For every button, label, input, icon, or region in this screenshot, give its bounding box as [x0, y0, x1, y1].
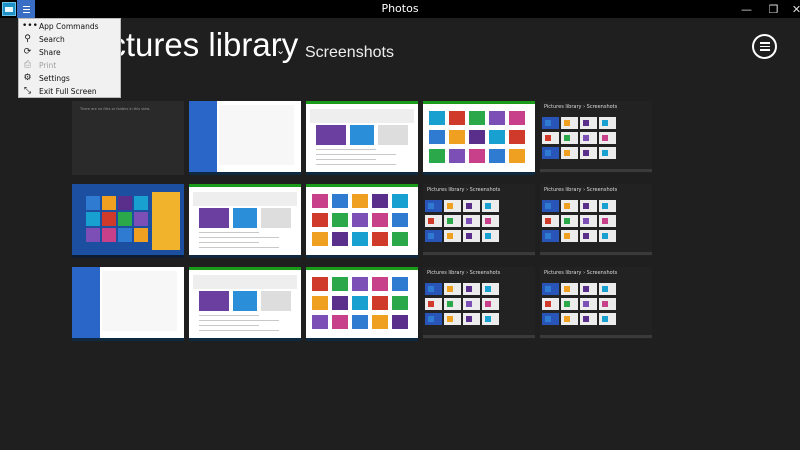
more-icon: ••• [22, 21, 38, 31]
title-bar: Photos — ❐ ✕ [0, 0, 800, 18]
menu-item-label: Search [39, 35, 65, 44]
screenshot-thumbnail[interactable] [306, 101, 418, 175]
thumbnail-caption: Pictures library › Screenshots [544, 187, 618, 193]
empty-view-text: There are no files or folders in this vi… [80, 107, 151, 111]
thumbnail-caption: Pictures library › Screenshots [544, 104, 618, 110]
screenshot-thumbnail[interactable] [306, 184, 418, 258]
window-title: Photos [381, 2, 419, 15]
menu-item-exit-fullscreen[interactable]: ⤡ Exit Full Screen [19, 85, 120, 98]
screenshot-thumbnail[interactable] [306, 267, 418, 341]
chevron-down-icon[interactable]: ⌄ [276, 44, 285, 57]
screenshot-thumbnail[interactable] [189, 267, 301, 341]
menu-item-search[interactable]: ⚲ Search [19, 33, 120, 46]
menu-item-label: App Commands [39, 22, 99, 31]
share-icon: ⟳ [23, 47, 32, 57]
gear-icon: ⚙ [23, 73, 32, 83]
minimize-button[interactable]: — [733, 0, 760, 18]
thumbnail-caption: Pictures library › Screenshots [427, 270, 501, 276]
screenshot-thumbnail[interactable]: Pictures library › Screenshots [540, 184, 652, 256]
menu-item-label: Settings [39, 74, 70, 83]
print-icon: ⎙ [23, 60, 32, 70]
screenshot-thumbnail[interactable]: Pictures library › Screenshots [540, 267, 652, 339]
screenshot-thumbnail[interactable]: Pictures library › Screenshots [423, 267, 535, 339]
screenshot-thumbnail[interactable]: Pictures library › Screenshots [540, 101, 652, 173]
menu-item-gear[interactable]: ⚙ Settings [19, 72, 120, 85]
screenshot-thumbnail[interactable] [72, 267, 184, 341]
breadcrumb-screenshots[interactable]: Screenshots [305, 44, 394, 62]
screenshot-thumbnail[interactable]: There are no files or folders in this vi… [72, 101, 184, 175]
menu-item-print: ⎙ Print [19, 59, 120, 72]
screenshot-thumbnail[interactable] [423, 101, 535, 175]
menu-item-label: Exit Full Screen [39, 87, 97, 96]
close-button[interactable]: ✕ [783, 0, 800, 18]
menu-item-label: Print [39, 61, 57, 70]
screenshot-thumbnail[interactable]: Pictures library › Screenshots [423, 184, 535, 256]
menu-item-share[interactable]: ⟳ Share [19, 46, 120, 59]
select-list-button[interactable] [752, 34, 777, 59]
screenshot-thumbnail[interactable] [72, 184, 184, 258]
exit-fullscreen-icon: ⤡ [23, 86, 32, 96]
thumbnail-caption: Pictures library › Screenshots [544, 270, 618, 276]
menu-item-label: Share [39, 48, 61, 57]
app-commands-menu: ••• App Commands ⚲ Search ⟳ Share ⎙ Print ⚙ Setti… [18, 18, 121, 98]
search-icon: ⚲ [24, 34, 31, 44]
hamburger-menu-button[interactable] [17, 0, 35, 18]
screenshot-thumbnail[interactable] [189, 184, 301, 258]
screenshot-thumbnail[interactable] [189, 101, 301, 175]
menu-item-more[interactable]: ••• App Commands [19, 20, 120, 33]
photos-app-icon [2, 2, 16, 16]
thumbnail-caption: Pictures library › Screenshots [427, 187, 501, 193]
